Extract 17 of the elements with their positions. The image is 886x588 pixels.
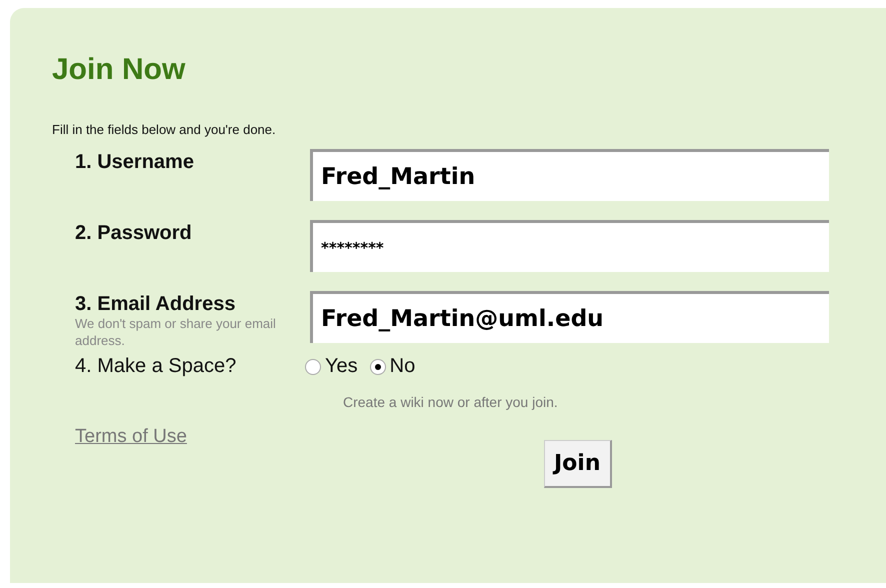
input-field[interactable]: ******** [310,220,829,272]
intro-text: Fill in the fields below and you're done. [52,122,277,137]
radio-button[interactable] [305,358,321,374]
field-label: 4. Make a Space? [75,355,236,377]
field-hint: We don't spam or share your email address. [75,315,277,349]
radio-label[interactable]: Yes [325,355,358,378]
input-field[interactable]: Fred_Martin [310,149,829,201]
field-hint: Create a wiki now or after you join. [343,394,558,410]
form-title: Join Now [52,52,186,88]
input-field[interactable]: Fred_Martin@uml.edu [310,291,829,343]
field-label: 2. Password [75,222,193,244]
field-label: 3. Email Address [75,293,236,315]
join-button[interactable]: Join [544,440,612,488]
field-label: 1. Username [75,151,195,173]
radio-label[interactable]: No [390,355,416,378]
terms-link[interactable]: Terms of Use [75,426,544,448]
radio-button[interactable] [370,358,386,374]
